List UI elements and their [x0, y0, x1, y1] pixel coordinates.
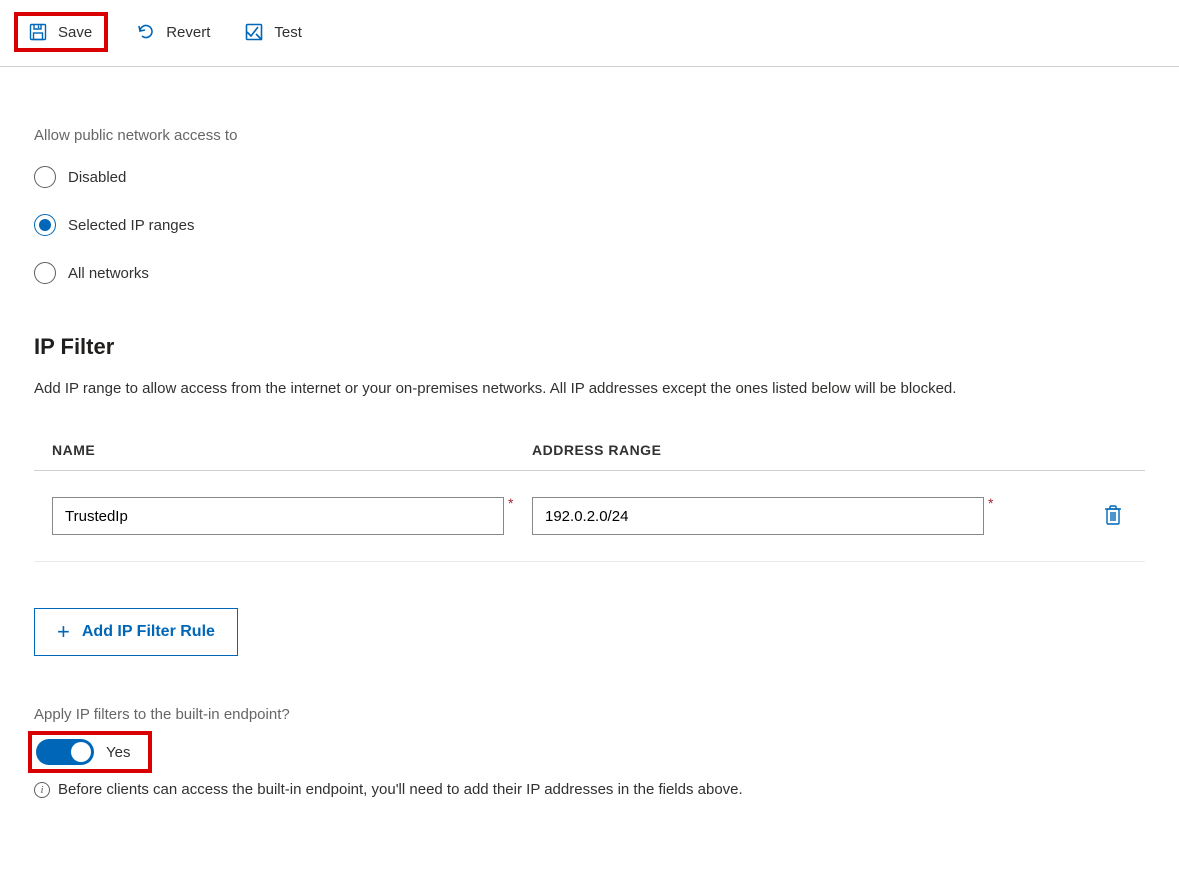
required-marker: *	[988, 495, 993, 511]
ip-filter-heading: IP Filter	[34, 334, 1145, 360]
network-access-label: Allow public network access to	[34, 127, 1145, 144]
name-input[interactable]	[52, 497, 504, 535]
revert-icon	[136, 22, 156, 42]
revert-button[interactable]: Revert	[130, 18, 216, 46]
save-icon	[28, 22, 48, 42]
radio-circle	[34, 262, 56, 284]
apply-builtin-section: Apply IP filters to the built-in endpoin…	[34, 706, 1145, 798]
add-ip-filter-rule-button[interactable]: + Add IP Filter Rule	[34, 608, 238, 656]
apply-builtin-toggle[interactable]	[36, 739, 94, 765]
table-header: NAME ADDRESS RANGE	[34, 442, 1145, 471]
toggle-value-label: Yes	[106, 744, 130, 761]
trash-icon	[1103, 514, 1123, 529]
ip-filter-table: NAME ADDRESS RANGE * *	[34, 442, 1145, 562]
cell-actions	[1099, 500, 1127, 533]
test-button[interactable]: Test	[238, 18, 308, 46]
required-marker: *	[508, 495, 513, 511]
network-access-radio-group: Disabled Selected IP ranges All networks	[34, 166, 1145, 284]
radio-selected-ip-ranges[interactable]: Selected IP ranges	[34, 214, 1145, 236]
info-row: i Before clients can access the built-in…	[34, 781, 1145, 798]
save-button[interactable]: Save	[22, 18, 98, 46]
add-rule-label: Add IP Filter Rule	[82, 623, 215, 641]
toolbar: Save Revert Test	[0, 0, 1179, 67]
test-label: Test	[274, 24, 302, 41]
apply-builtin-label: Apply IP filters to the built-in endpoin…	[34, 706, 1145, 723]
address-input[interactable]	[532, 497, 984, 535]
ip-filter-description: Add IP range to allow access from the in…	[34, 380, 1145, 397]
cell-name: *	[52, 497, 532, 535]
plus-icon: +	[57, 621, 70, 643]
toggle-knob	[71, 742, 91, 762]
apply-toggle-highlight: Yes	[28, 731, 152, 773]
save-label: Save	[58, 24, 92, 41]
delete-row-button[interactable]	[1099, 500, 1127, 533]
cell-address: *	[532, 497, 1069, 535]
radio-label: Selected IP ranges	[68, 217, 194, 234]
table-row: * *	[34, 471, 1145, 562]
radio-all-networks[interactable]: All networks	[34, 262, 1145, 284]
col-header-address: ADDRESS RANGE	[532, 442, 1127, 458]
radio-disabled[interactable]: Disabled	[34, 166, 1145, 188]
save-highlight: Save	[14, 12, 108, 52]
revert-label: Revert	[166, 24, 210, 41]
info-icon: i	[34, 782, 50, 798]
radio-label: Disabled	[68, 169, 126, 186]
radio-circle	[34, 166, 56, 188]
radio-label: All networks	[68, 265, 149, 282]
radio-circle	[34, 214, 56, 236]
info-text: Before clients can access the built-in e…	[58, 781, 743, 798]
test-icon	[244, 22, 264, 42]
main-content: Allow public network access to Disabled …	[0, 67, 1179, 828]
col-header-name: NAME	[52, 442, 532, 458]
